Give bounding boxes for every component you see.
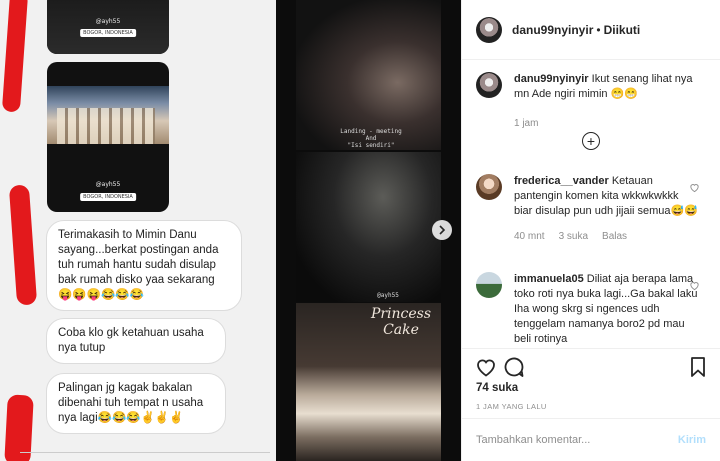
chat-message: Terimakasih to Mimin Danu sayang...berka… bbox=[46, 220, 242, 311]
plus-circle-icon[interactable]: + bbox=[582, 132, 600, 150]
comment-body: immanuela05 Diliat aja berapa lama toko … bbox=[514, 272, 699, 347]
comment-input[interactable] bbox=[476, 434, 678, 446]
story-photo-collage: Landing - meeting And "Isi sendiri" @ayh… bbox=[276, 0, 461, 461]
story-tag: @ayh55 bbox=[95, 18, 121, 25]
post-actions: 74 suka 1 JAM YANG LALU bbox=[462, 348, 720, 418]
comment-item: frederica__vander Ketauan pantengin kome… bbox=[476, 174, 710, 244]
comment-username[interactable]: immanuela05 bbox=[514, 273, 584, 285]
comment-icon[interactable] bbox=[502, 355, 526, 379]
heart-icon[interactable] bbox=[689, 182, 700, 193]
comment-time[interactable]: 40 mnt bbox=[514, 229, 545, 244]
comment-time[interactable]: 1 jam bbox=[514, 116, 538, 131]
chat-message: Coba klo gk ketahuan usaha nya tutup bbox=[46, 318, 226, 364]
heart-icon[interactable] bbox=[474, 355, 498, 379]
story-location: BOGOR, INDONESIA bbox=[80, 193, 136, 201]
chat-message: Palingan jg kagak bakalan dibenahi tuh t… bbox=[46, 373, 226, 434]
shop-sign: Princess Cake bbox=[370, 306, 432, 338]
post-sidebar: danu99nyinyir • Diikuti danu99nyinyir Ik… bbox=[461, 0, 720, 461]
comment-item: immanuela05 Diliat aja berapa lama toko … bbox=[476, 272, 710, 347]
add-comment-form: Kirim bbox=[462, 418, 720, 461]
reply-button[interactable]: Balas bbox=[602, 229, 627, 244]
avatar[interactable] bbox=[476, 272, 502, 298]
separator-dot: • bbox=[596, 22, 601, 37]
redaction-mark bbox=[1, 0, 29, 113]
like-count[interactable]: 74 suka bbox=[476, 382, 518, 394]
bookmark-icon[interactable] bbox=[686, 355, 710, 379]
avatar[interactable] bbox=[476, 72, 502, 98]
comment-username[interactable]: danu99nyinyir bbox=[514, 73, 589, 85]
chevron-right-icon bbox=[439, 225, 446, 235]
post-header: danu99nyinyir • Diikuti bbox=[462, 0, 720, 60]
comment-body: danu99nyinyir Ikut senang lihat nya mn A… bbox=[514, 72, 699, 131]
comment-item: danu99nyinyir Ikut senang lihat nya mn A… bbox=[476, 72, 710, 131]
heart-icon[interactable] bbox=[689, 280, 700, 291]
comment-meta: 40 mnt 3 suka Balas bbox=[514, 229, 699, 244]
load-more-comments[interactable]: + bbox=[462, 132, 720, 150]
instagram-post-modal: @ayh55 BOGOR, INDONESIA @ayh55 BOGOR, IN… bbox=[0, 0, 720, 461]
redaction-mark bbox=[8, 184, 38, 306]
comment-like-count[interactable]: 3 suka bbox=[559, 229, 588, 244]
post-author-username[interactable]: danu99nyinyir bbox=[512, 23, 593, 37]
send-comment-button[interactable]: Kirim bbox=[678, 434, 706, 446]
comment-meta: 1 jam bbox=[514, 116, 699, 131]
photo-tag: @ayh55 bbox=[377, 292, 399, 299]
post-image[interactable]: @ayh55 BOGOR, INDONESIA @ayh55 BOGOR, IN… bbox=[0, 0, 461, 461]
avatar[interactable] bbox=[476, 16, 502, 43]
redaction-mark bbox=[4, 394, 34, 461]
story-tag: @ayh55 bbox=[95, 181, 121, 188]
avatar[interactable] bbox=[476, 174, 502, 200]
story-thumbnail: @ayh55 BOGOR, INDONESIA bbox=[47, 0, 169, 54]
follow-status-button[interactable]: Diikuti bbox=[604, 23, 641, 37]
comments-list[interactable]: danu99nyinyir Ikut senang lihat nya mn A… bbox=[462, 60, 720, 348]
comment-body: frederica__vander Ketauan pantengin kome… bbox=[514, 174, 699, 244]
chat-screenshot: @ayh55 BOGOR, INDONESIA @ayh55 BOGOR, IN… bbox=[0, 0, 276, 461]
story-thumbnail: @ayh55 BOGOR, INDONESIA bbox=[47, 62, 169, 212]
chat-input-bar bbox=[20, 452, 270, 461]
next-image-button[interactable] bbox=[432, 220, 452, 240]
photo-caption: Landing - meeting And "Isi sendiri" bbox=[340, 128, 402, 149]
photo-frame bbox=[296, 152, 441, 302]
post-timestamp[interactable]: 1 JAM YANG LALU bbox=[476, 402, 547, 411]
comment-username[interactable]: frederica__vander bbox=[514, 175, 609, 187]
story-location: BOGOR, INDONESIA bbox=[80, 29, 136, 37]
